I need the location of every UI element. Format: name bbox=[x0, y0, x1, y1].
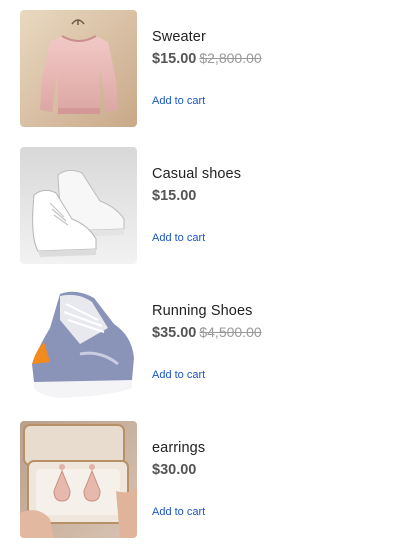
product-name[interactable]: Casual shoes bbox=[152, 166, 241, 182]
add-to-cart-button[interactable]: Add to cart bbox=[152, 506, 205, 518]
add-to-cart-button[interactable]: Add to cart bbox=[152, 95, 205, 107]
price-row: $15.00 bbox=[152, 187, 199, 205]
product-item-sweater: Sweater $15.00 $2,800.00 Add to cart bbox=[20, 10, 390, 128]
price-row: $30.00 bbox=[152, 461, 199, 479]
price-row: $35.00 $4,500.00 bbox=[152, 324, 262, 342]
product-item-casual-shoes: Casual shoes $15.00 Add to cart bbox=[20, 147, 390, 265]
product-name[interactable]: Sweater bbox=[152, 29, 206, 45]
product-price: $35.00 bbox=[152, 325, 197, 341]
earrings-box-icon bbox=[20, 421, 137, 538]
product-item-running-shoes: Running Shoes $35.00 $4,500.00 Add to car… bbox=[20, 284, 390, 402]
add-to-cart-button[interactable]: Add to cart bbox=[152, 369, 205, 381]
product-price: $15.00 bbox=[152, 188, 197, 204]
product-name[interactable]: earrings bbox=[152, 440, 205, 456]
product-info: Casual shoes $15.00 Add to cart bbox=[152, 147, 382, 264]
product-old-price: $2,800.00 bbox=[199, 50, 262, 66]
product-item-earrings: earrings $30.00 Add to cart bbox=[20, 421, 390, 539]
product-price: $30.00 bbox=[152, 462, 197, 478]
running-shoe-icon bbox=[20, 284, 137, 401]
product-info: Sweater $15.00 $2,800.00 Add to cart bbox=[152, 10, 382, 127]
white-sneakers-icon bbox=[20, 147, 137, 264]
casual-shoes-image[interactable] bbox=[20, 147, 137, 264]
product-info: earrings $30.00 Add to cart bbox=[152, 421, 382, 538]
pink-sweater-icon bbox=[20, 10, 137, 127]
running-shoes-image[interactable] bbox=[20, 284, 137, 401]
product-price: $15.00 bbox=[152, 51, 197, 67]
product-name[interactable]: Running Shoes bbox=[152, 303, 252, 319]
product-info: Running Shoes $35.00 $4,500.00 Add to car… bbox=[152, 284, 382, 401]
product-old-price: $4,500.00 bbox=[199, 324, 262, 340]
sweater-image[interactable] bbox=[20, 10, 137, 127]
price-row: $15.00 $2,800.00 bbox=[152, 50, 262, 68]
add-to-cart-button[interactable]: Add to cart bbox=[152, 232, 205, 244]
earrings-image[interactable] bbox=[20, 421, 137, 538]
